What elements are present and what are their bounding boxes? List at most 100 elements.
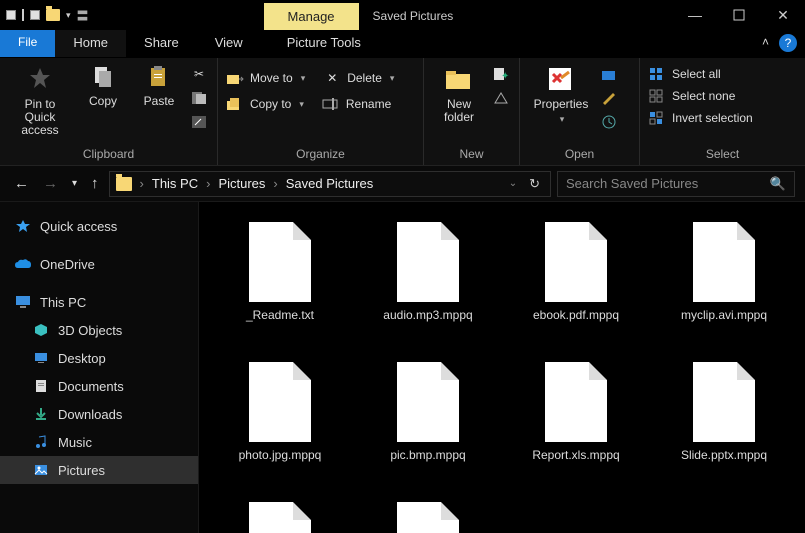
btn-label: Paste <box>144 94 175 108</box>
tab-share[interactable]: Share <box>126 30 197 57</box>
qat-item[interactable] <box>6 10 16 20</box>
file-item[interactable]: audio.mp3.mppq <box>357 222 499 322</box>
refresh-button[interactable]: ↻ <box>525 176 544 192</box>
tab-file[interactable]: File <box>0 30 55 57</box>
open-button[interactable] <box>600 66 618 82</box>
rename-button[interactable]: Rename <box>322 96 391 112</box>
move-to-button[interactable]: Move to▾ <box>226 70 305 86</box>
shortcut-icon <box>190 114 208 130</box>
breadcrumb-thispc[interactable]: This PC <box>152 176 198 191</box>
ribbon-group-select: Select all Select none Invert selection … <box>640 58 805 165</box>
nav-label: OneDrive <box>40 257 95 272</box>
history-icon <box>600 114 618 130</box>
move-to-icon <box>226 70 244 86</box>
address-dropdown-button[interactable]: ⌄ <box>505 178 521 189</box>
up-button[interactable]: ↑ <box>87 171 103 196</box>
svg-text:✦: ✦ <box>501 71 509 81</box>
pin-to-quick-access-button[interactable]: Pin to Quick access <box>8 64 72 138</box>
open-icon <box>600 66 618 82</box>
file-item[interactable]: pic.bmp.mppq <box>357 362 499 462</box>
file-item[interactable]: Slide.pptx.mppq <box>653 362 795 462</box>
delete-button[interactable]: ✕ Delete▾ <box>323 70 394 86</box>
cut-button[interactable]: ✂ <box>190 66 208 82</box>
nav-3d-objects[interactable]: 3D Objects <box>0 316 198 344</box>
file-item[interactable]: myclip.avi.mppq <box>653 222 795 322</box>
select-all-button[interactable]: Select all <box>648 66 721 82</box>
file-icon <box>249 222 311 302</box>
invert-selection-button[interactable]: Invert selection <box>648 110 753 126</box>
file-item[interactable] <box>209 502 351 533</box>
file-item[interactable] <box>357 502 499 533</box>
cloud-icon <box>14 256 32 272</box>
chevron-down-icon[interactable]: ▾ <box>66 10 71 21</box>
nav-quick-access[interactable]: Quick access <box>0 212 198 240</box>
nav-desktop[interactable]: Desktop <box>0 344 198 372</box>
btn-label: Delete <box>347 71 382 85</box>
paste-shortcut-button[interactable] <box>190 114 208 130</box>
nav-pictures[interactable]: Pictures <box>0 456 198 484</box>
easy-access-icon <box>492 90 510 106</box>
minimize-button[interactable]: — <box>673 0 717 30</box>
back-button[interactable]: ← <box>10 171 33 196</box>
tab-home[interactable]: Home <box>55 30 126 57</box>
btn-label: Select none <box>672 89 735 103</box>
forward-button[interactable]: → <box>39 171 62 196</box>
downloads-icon <box>32 406 50 422</box>
paste-button[interactable]: Paste <box>134 64 184 108</box>
copy-path-button[interactable] <box>190 90 208 106</box>
body: Quick access OneDrive This PC 3D Objects… <box>0 202 805 533</box>
maximize-button[interactable] <box>717 0 761 30</box>
nav-documents[interactable]: Documents <box>0 372 198 400</box>
btn-label: Rename <box>346 97 391 111</box>
easy-access-button[interactable] <box>492 90 510 106</box>
select-none-button[interactable]: Select none <box>648 88 735 104</box>
copy-to-icon <box>226 96 244 112</box>
file-item[interactable]: _Readme.txt <box>209 222 351 322</box>
help-button[interactable]: ? <box>779 34 797 52</box>
address-bar[interactable]: › This PC › Pictures › Saved Pictures ⌄ … <box>109 171 551 197</box>
nav-onedrive[interactable]: OneDrive <box>0 250 198 278</box>
file-name: audio.mp3.mppq <box>383 308 472 322</box>
file-icon <box>693 222 755 302</box>
copy-button[interactable]: Copy <box>78 64 128 108</box>
file-item[interactable]: photo.jpg.mppq <box>209 362 351 462</box>
pin-icon <box>25 64 55 94</box>
file-item[interactable]: ebook.pdf.mppq <box>505 222 647 322</box>
paste-icon <box>146 64 172 90</box>
tab-view[interactable]: View <box>197 30 261 57</box>
nav-downloads[interactable]: Downloads <box>0 400 198 428</box>
close-button[interactable]: ✕ <box>761 0 805 30</box>
file-view[interactable]: _Readme.txt audio.mp3.mppq ebook.pdf.mpp… <box>199 202 805 533</box>
nav-this-pc[interactable]: This PC <box>0 288 198 316</box>
recent-locations-button[interactable]: ▾ <box>68 174 81 193</box>
ribbon-group-clipboard: Pin to Quick access Copy Paste ✂ <box>0 58 218 165</box>
qat-overflow-icon[interactable]: 〓 <box>77 7 88 24</box>
invert-selection-icon <box>648 110 666 126</box>
properties-button[interactable]: Properties ▾ <box>528 64 594 125</box>
breadcrumb-pictures[interactable]: Pictures <box>218 176 265 191</box>
tab-picture-tools[interactable]: Picture Tools <box>269 30 379 57</box>
file-item[interactable]: Report.xls.mppq <box>505 362 647 462</box>
ribbon-group-new: New folder ✦ New <box>424 58 520 165</box>
collapse-ribbon-button[interactable]: ˄ <box>756 30 775 57</box>
folder-icon[interactable] <box>46 9 60 21</box>
ribbon-group-open: Properties ▾ Open <box>520 58 640 165</box>
qat-item[interactable] <box>30 10 40 20</box>
contextual-tab-manage[interactable]: Manage <box>264 3 359 30</box>
group-label: Open <box>520 145 639 165</box>
history-button[interactable] <box>600 114 618 130</box>
nav-pane: Quick access OneDrive This PC 3D Objects… <box>0 202 199 533</box>
btn-label: Copy to <box>250 97 291 111</box>
window-title: Saved Pictures <box>359 2 468 30</box>
window-controls: — ✕ <box>673 0 805 30</box>
breadcrumb-saved-pictures[interactable]: Saved Pictures <box>286 176 373 191</box>
cube-icon <box>32 322 50 338</box>
search-box[interactable]: Search Saved Pictures 🔍 <box>557 171 795 197</box>
copy-to-button[interactable]: Copy to▾ <box>226 96 304 112</box>
star-icon <box>14 218 32 234</box>
nav-music[interactable]: Music <box>0 428 198 456</box>
new-item-button[interactable]: ✦ <box>492 66 510 82</box>
quick-access-toolbar: ▾ 〓 <box>0 0 94 30</box>
new-folder-button[interactable]: New folder <box>432 64 486 124</box>
edit-button[interactable] <box>600 90 618 106</box>
